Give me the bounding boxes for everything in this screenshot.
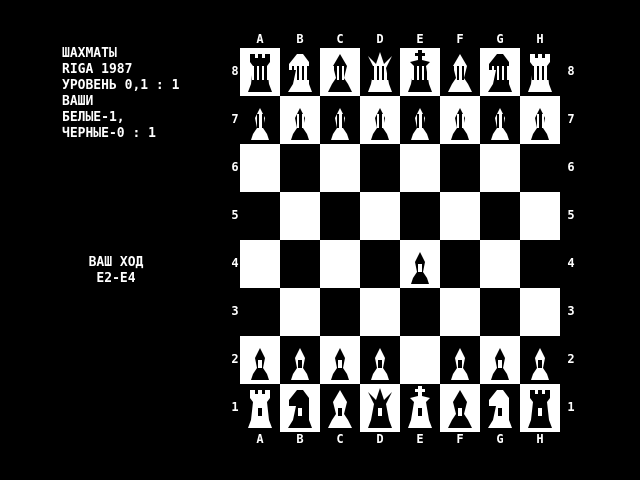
file-label-d-bottom: D (376, 432, 384, 446)
file-label-f-top: F (456, 32, 464, 46)
file-label-b-bottom: B (296, 432, 304, 446)
square-d4[interactable] (360, 240, 400, 288)
square-h6[interactable] (520, 144, 560, 192)
square-d5[interactable] (360, 192, 400, 240)
file-label-a-top: A (256, 32, 264, 46)
square-c6[interactable] (320, 144, 360, 192)
rank-label-2-right: 2 (567, 352, 575, 366)
file-label-e-bottom: E (416, 432, 424, 446)
square-b3[interactable] (280, 288, 320, 336)
file-label-c-bottom: C (336, 432, 344, 446)
game-info: ШАХМАТЫ RIGA 1987 УРОВЕНЬ 0,1 : 1 ВАШИ БЕЛЫЕ… (62, 46, 179, 142)
file-label-c-top: C (336, 32, 344, 46)
square-f6[interactable] (440, 144, 480, 192)
side-label: ВАШИ (62, 94, 94, 109)
black-label: ЧЕРНЫЕ-0 : 1 (62, 126, 156, 141)
square-f5[interactable] (440, 192, 480, 240)
file-label-h-bottom: H (536, 432, 544, 446)
rank-label-6-right: 6 (567, 160, 575, 174)
rank-label-4-right: 4 (567, 256, 575, 270)
level-text: УРОВЕНЬ 0,1 : 1 (62, 78, 180, 93)
title-text: ШАХМАТЫ (62, 46, 117, 61)
square-e5[interactable] (400, 192, 440, 240)
square-g6[interactable] (480, 144, 520, 192)
square-a5[interactable] (240, 192, 280, 240)
square-f3[interactable] (440, 288, 480, 336)
rank-label-1-right: 1 (567, 400, 575, 414)
square-a6[interactable] (240, 144, 280, 192)
your-move-label: ВАШ ХОД (88, 255, 144, 270)
white-label: БЕЛЫЕ-1, (62, 110, 125, 125)
file-label-g-bottom: G (496, 432, 504, 446)
square-a4[interactable] (240, 240, 280, 288)
square-h3[interactable] (520, 288, 560, 336)
move-prompt: ВАШ ХОД E2-E4 (72, 255, 160, 287)
square-c3[interactable] (320, 288, 360, 336)
square-b5[interactable] (280, 192, 320, 240)
square-b4[interactable] (280, 240, 320, 288)
square-g4[interactable] (480, 240, 520, 288)
square-e2[interactable] (400, 336, 440, 384)
square-e3[interactable] (400, 288, 440, 336)
square-c4[interactable] (320, 240, 360, 288)
square-d6[interactable] (360, 144, 400, 192)
board-svg (240, 48, 560, 432)
file-label-g-top: G (496, 32, 504, 46)
square-d3[interactable] (360, 288, 400, 336)
square-g3[interactable] (480, 288, 520, 336)
square-h5[interactable] (520, 192, 560, 240)
square-b6[interactable] (280, 144, 320, 192)
square-h4[interactable] (520, 240, 560, 288)
square-a3[interactable] (240, 288, 280, 336)
square-f4[interactable] (440, 240, 480, 288)
file-label-e-top: E (416, 32, 424, 46)
version-text: RIGA 1987 (62, 62, 133, 77)
file-label-f-bottom: F (456, 432, 464, 446)
file-label-d-top: D (376, 32, 384, 46)
rank-label-5-right: 5 (567, 208, 575, 222)
rank-label-3-right: 3 (567, 304, 575, 318)
rank-label-8-right: 8 (567, 64, 575, 78)
rank-label-7-right: 7 (567, 112, 575, 126)
chess-board[interactable] (240, 48, 560, 432)
file-label-h-top: H (536, 32, 544, 46)
move-text[interactable]: E2-E4 (72, 271, 160, 287)
square-e6[interactable] (400, 144, 440, 192)
file-label-b-top: B (296, 32, 304, 46)
file-label-a-bottom: A (256, 432, 264, 446)
square-c5[interactable] (320, 192, 360, 240)
square-g5[interactable] (480, 192, 520, 240)
